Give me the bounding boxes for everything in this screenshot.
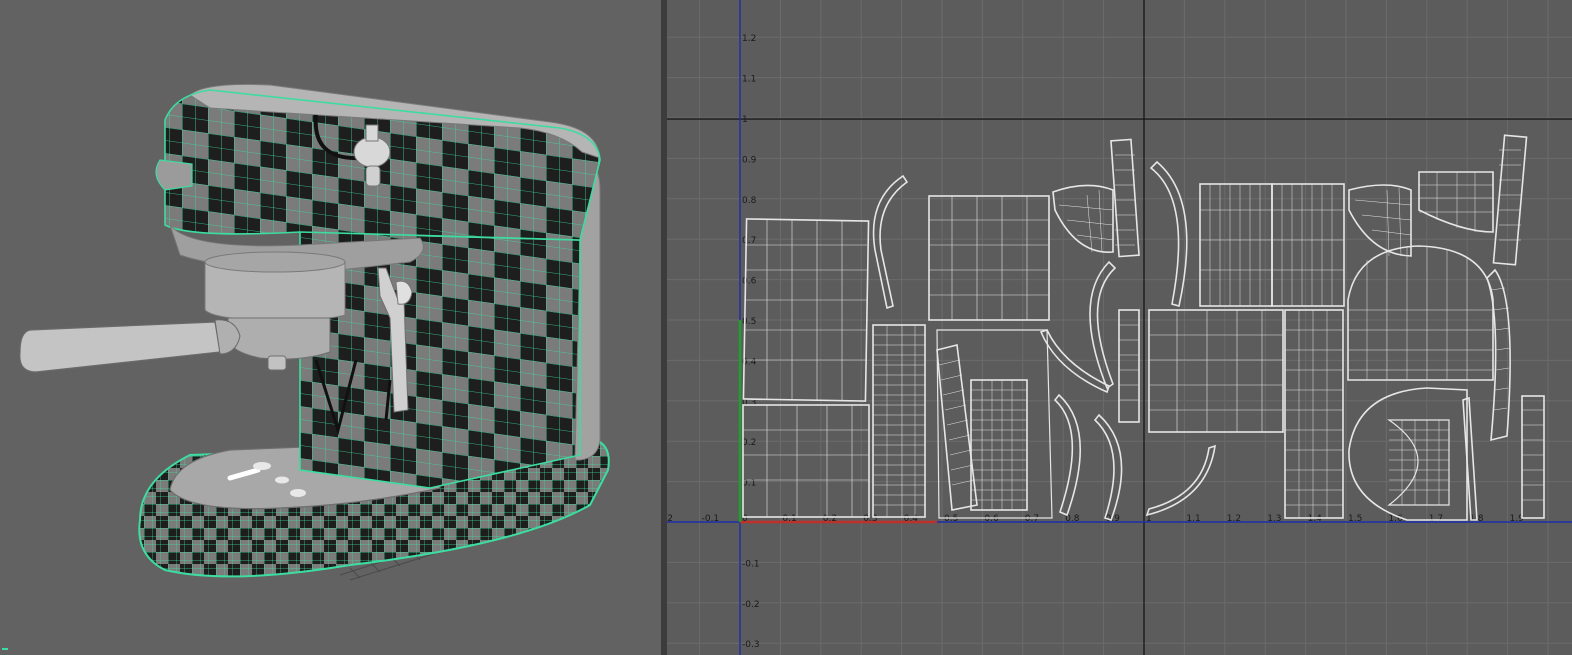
u-tick-label: 0.7	[1025, 514, 1039, 524]
uv-shell[interactable]	[1089, 260, 1117, 390]
uv-shell[interactable]	[1387, 419, 1450, 506]
uv-shell[interactable]	[970, 379, 1028, 511]
uv-editor[interactable]: -.2-0.100.10.20.30.40.50.60.70.80.911.11…	[667, 0, 1572, 655]
uv-shell[interactable]	[1053, 393, 1081, 517]
uv-shell[interactable]	[742, 218, 870, 402]
u-tick-label: 1.3	[1267, 514, 1281, 524]
uv-shell[interactable]	[928, 195, 1050, 321]
u-tick-label: -0.1	[702, 514, 720, 524]
u-tick-label: 0.5	[944, 514, 958, 524]
u-tick-label: -.2	[667, 514, 673, 524]
uv-shell[interactable]	[1149, 160, 1188, 308]
v-tick-label: 0.6	[742, 277, 757, 287]
u-tick-label: 0.1	[782, 514, 796, 524]
u-tick-label: 1.7	[1429, 514, 1443, 524]
espresso-machine-model[interactable]	[0, 0, 661, 655]
uv-shell[interactable]	[1199, 183, 1345, 307]
v-tick-label: 0.9	[742, 155, 757, 165]
axis-indicator	[2, 648, 8, 650]
uv-shell[interactable]	[742, 404, 870, 518]
u-tick-label: 1.4	[1308, 514, 1323, 524]
machine-head	[155, 83, 601, 241]
uv-shell[interactable]	[1521, 395, 1545, 519]
u-tick-label: 0.4	[904, 514, 919, 524]
uv-shell[interactable]	[1284, 309, 1344, 519]
u-tick-label: 1.5	[1348, 514, 1362, 524]
u-tick-label: 1.1	[1186, 514, 1200, 524]
v-tick-label: 1.2	[742, 34, 756, 44]
uv-shell[interactable]	[1148, 309, 1284, 433]
uv-shell[interactable]	[1145, 444, 1216, 517]
v-tick-label: 1	[742, 115, 748, 125]
v-tick-label: -0.2	[742, 600, 760, 610]
uv-shell[interactable]	[1486, 268, 1511, 442]
v-tick-label: 0.2	[742, 438, 756, 448]
uv-shell[interactable]	[1093, 413, 1123, 522]
uv-shell[interactable]	[1462, 396, 1478, 521]
u-tick-label: 0.6	[984, 514, 999, 524]
portafilter-handle	[19, 319, 241, 373]
u-tick-label: 0.3	[863, 514, 877, 524]
v-tick-label: 1.1	[742, 75, 756, 85]
uv-shell[interactable]	[1039, 329, 1110, 394]
maya-workspace: -.2-0.100.10.20.30.40.50.60.70.80.911.11…	[0, 0, 1572, 655]
uv-shell[interactable]	[872, 324, 926, 518]
v-tick-label: -0.3	[742, 640, 760, 650]
u-tick-label: 0.2	[823, 514, 837, 524]
perspective-viewport[interactable]	[0, 0, 661, 655]
uv-shell[interactable]	[1118, 309, 1140, 423]
uv-shell[interactable]	[1492, 134, 1528, 266]
v-tick-label: -0.1	[742, 559, 760, 569]
uv-shell[interactable]	[1418, 171, 1494, 233]
v-tick-label: 0.8	[742, 196, 757, 206]
u-tick-label: 1.2	[1227, 514, 1241, 524]
uv-canvas[interactable]: -.2-0.100.10.20.30.40.50.60.70.80.911.11…	[667, 0, 1572, 655]
uv-shell[interactable]	[1348, 184, 1412, 257]
